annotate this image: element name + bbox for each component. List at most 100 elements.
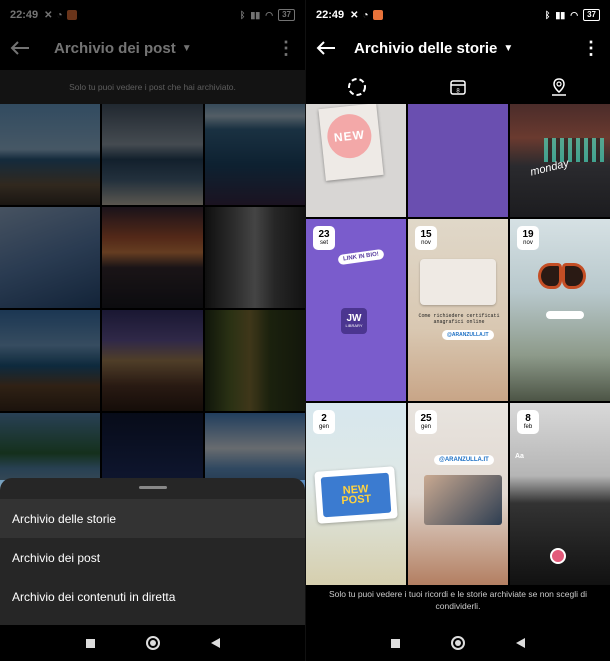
story-month: nov: [523, 240, 533, 246]
story-day: 2: [321, 413, 327, 424]
battery-indicator: 37: [278, 9, 295, 21]
post-thumbnail[interactable]: [102, 310, 203, 411]
story-day: 19: [522, 229, 534, 240]
recent-apps-button[interactable]: [391, 638, 401, 648]
story-thumbnail[interactable]: 2 gen NEW POST: [306, 403, 406, 585]
story-text: Aa: [515, 453, 524, 460]
story-thumbnail[interactable]: 23 set LINK IN BIO! JW LIBRARY: [306, 219, 406, 401]
story-date-badge: 2 gen: [313, 410, 335, 434]
story-logo: JW LIBRARY: [341, 308, 367, 334]
story-date-badge: 23 set: [313, 226, 335, 250]
tab-map-icon[interactable]: [548, 76, 570, 98]
recent-apps-button[interactable]: [85, 638, 95, 648]
sheet-item-label: Archivio delle storie: [12, 511, 117, 526]
story-date-badge: 15 nov: [415, 226, 437, 250]
more-options-icon[interactable]: ⋮: [582, 38, 600, 59]
story-sticker: [546, 311, 584, 319]
bluetooth-icon: ᛒ: [544, 10, 551, 20]
sheet-item-live-archive[interactable]: Archivio dei contenuti in diretta: [0, 577, 305, 616]
story-text: @ARANZULLA.IT: [442, 330, 494, 340]
notification-off-icon: ✕: [44, 9, 53, 21]
archive-privacy-text: Solo tu puoi vedere i tuoi ricordi e le …: [329, 589, 587, 611]
archive-info-text: Solo tu puoi vedere i post che hai archi…: [69, 82, 236, 92]
system-back-button[interactable]: [515, 638, 525, 648]
system-nav-bar: [306, 625, 610, 661]
notification-off-icon: ✕: [350, 9, 359, 21]
app-notification-icon: [372, 10, 383, 20]
archive-type-sheet: Archivio delle storie Archivio dei post …: [0, 478, 305, 625]
signal-icon: ▮▮: [555, 9, 566, 20]
story-thumbnail[interactable]: 25 gen @ARANZULLA.IT: [408, 403, 508, 585]
story-thumbnail[interactable]: 8 feb Aa: [510, 403, 610, 585]
archive-tabs: 8: [306, 70, 610, 104]
home-button[interactable]: [450, 636, 465, 650]
tab-calendar-icon[interactable]: 8: [447, 76, 469, 98]
story-thumbnail[interactable]: 19 nov: [510, 219, 610, 401]
status-bar: 22:49 ✕ ◔ ᛒ ▮▮ ◠ 37: [306, 0, 610, 30]
story-month: gen: [318, 424, 329, 430]
sheet-item-story-archive[interactable]: Archivio delle storie: [0, 499, 305, 538]
story-month: gen: [420, 424, 431, 430]
post-thumbnail[interactable]: [204, 104, 305, 205]
story-thumbnail[interactable]: [408, 104, 508, 217]
post-thumbnail[interactable]: [102, 207, 203, 308]
system-nav-bar: [0, 625, 305, 661]
post-archive-screen: 22:49 ✕ ◔ ᛒ ▮▮ ◠ 37 Archivio dei post ▼ …: [0, 0, 305, 661]
status-time: 22:49: [316, 9, 345, 21]
system-back-button[interactable]: [210, 638, 220, 648]
story-text: LIBRARY: [345, 323, 363, 328]
story-text: @ARANZULLA.IT: [434, 455, 494, 465]
page-title[interactable]: Archivio dei post: [54, 40, 176, 57]
alarm-icon: ◔: [56, 9, 63, 21]
story-date-badge: 25 gen: [415, 410, 437, 434]
bluetooth-icon: ᛒ: [239, 10, 246, 20]
post-thumbnail[interactable]: [0, 310, 101, 411]
archive-info-bar: Solo tu puoi vedere i post che hai archi…: [0, 70, 305, 104]
post-thumbnail[interactable]: [0, 104, 101, 205]
story-date-badge: 8 feb: [517, 410, 539, 434]
wifi-icon: ◠: [265, 9, 274, 20]
story-thumbnail[interactable]: 15 nov Come richiedere certificati anagr…: [408, 219, 508, 401]
post-thumbnail[interactable]: [102, 104, 203, 205]
story-text: NEW: [333, 127, 366, 145]
sheet-item-label: Archivio dei post: [12, 550, 101, 565]
back-arrow-icon[interactable]: [10, 35, 40, 61]
story-text: NEW POST: [340, 483, 372, 508]
post-grid: [0, 104, 305, 514]
story-month: feb: [523, 424, 533, 430]
header: Archivio delle storie ▼ ⋮: [306, 30, 610, 66]
story-day: 25: [420, 413, 432, 424]
post-thumbnail[interactable]: [0, 207, 101, 308]
sheet-item-label: Archivio dei contenuti in diretta: [12, 589, 176, 604]
wifi-icon: ◠: [570, 9, 579, 20]
more-options-icon[interactable]: ⋮: [277, 38, 295, 59]
story-month: nov: [421, 240, 431, 246]
chevron-down-icon[interactable]: ▼: [182, 43, 192, 54]
chevron-down-icon[interactable]: ▼: [503, 43, 513, 54]
header: Archivio dei post ▼ ⋮: [0, 30, 305, 66]
story-grid: NEW monday 23 set LINK IN BIO! JW LIBRAR…: [306, 104, 610, 585]
app-notification-icon: [66, 10, 77, 20]
story-text: monday: [529, 157, 571, 179]
story-day: 8: [525, 413, 531, 424]
story-archive-screen: 22:49 ✕ ◔ ᛒ ▮▮ ◠ 37 Archivio delle stori…: [305, 0, 610, 661]
story-thumbnail[interactable]: monday: [510, 104, 610, 217]
back-arrow-icon[interactable]: [316, 35, 346, 61]
page-title[interactable]: Archivio delle storie: [354, 40, 497, 57]
post-thumbnail[interactable]: [204, 310, 305, 411]
home-button[interactable]: [145, 636, 160, 650]
butterfly-image: [538, 263, 586, 303]
story-text: LINK IN BIO!: [337, 248, 385, 266]
sheet-item-post-archive[interactable]: Archivio dei post: [0, 538, 305, 577]
story-thumbnail[interactable]: NEW: [306, 104, 406, 217]
story-day: 15: [420, 229, 432, 240]
status-time: 22:49: [10, 9, 39, 21]
story-text: Come richiedere certificati anagrafici o…: [418, 313, 500, 325]
story-date-badge: 19 nov: [517, 226, 539, 250]
story-day: 23: [318, 229, 330, 240]
post-thumbnail[interactable]: [204, 207, 305, 308]
sheet-handle[interactable]: [138, 486, 167, 489]
story-month: set: [319, 240, 328, 246]
tab-stories-icon[interactable]: [346, 76, 368, 98]
battery-indicator: 37: [583, 9, 600, 21]
